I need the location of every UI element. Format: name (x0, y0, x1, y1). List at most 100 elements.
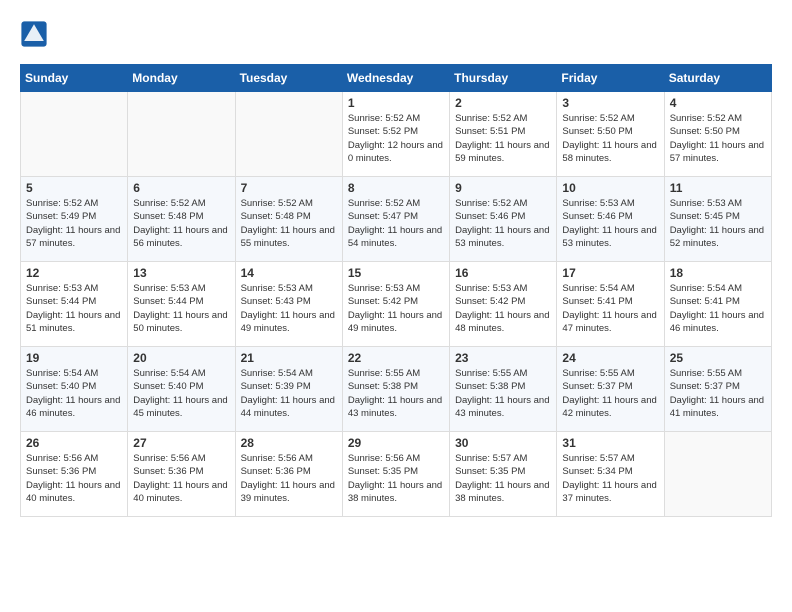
calendar-cell: 22 Sunrise: 5:55 AMSunset: 5:38 PMDayligh… (342, 347, 449, 432)
col-header-thursday: Thursday (450, 65, 557, 92)
day-number: 14 (241, 266, 337, 280)
day-number: 27 (133, 436, 229, 450)
day-number: 4 (670, 96, 766, 110)
day-number: 11 (670, 181, 766, 195)
day-info: Sunrise: 5:56 AMSunset: 5:35 PMDaylight:… (348, 452, 444, 505)
day-info: Sunrise: 5:55 AMSunset: 5:38 PMDaylight:… (348, 367, 444, 420)
day-number: 6 (133, 181, 229, 195)
calendar-cell: 6 Sunrise: 5:52 AMSunset: 5:48 PMDaylight… (128, 177, 235, 262)
week-row-3: 19 Sunrise: 5:54 AMSunset: 5:40 PMDayligh… (21, 347, 772, 432)
day-info: Sunrise: 5:53 AMSunset: 5:46 PMDaylight:… (562, 197, 658, 250)
calendar-cell: 30 Sunrise: 5:57 AMSunset: 5:35 PMDayligh… (450, 432, 557, 517)
calendar-cell: 13Sunrise: 5:53 AMSunset: 5:44 PMDayligh… (128, 262, 235, 347)
calendar-cell: 20Sunrise: 5:54 AMSunset: 5:40 PMDayligh… (128, 347, 235, 432)
calendar-cell (664, 432, 771, 517)
day-info: Sunrise: 5:54 AMSunset: 5:39 PMDaylight:… (241, 367, 337, 420)
week-row-4: 26Sunrise: 5:56 AMSunset: 5:36 PMDayligh… (21, 432, 772, 517)
day-number: 8 (348, 181, 444, 195)
day-number: 31 (562, 436, 658, 450)
day-number: 9 (455, 181, 551, 195)
day-info: Sunrise: 5:55 AMSunset: 5:38 PMDaylight:… (455, 367, 551, 420)
calendar-cell: 12 Sunrise: 5:53 AMSunset: 5:44 PMDayligh… (21, 262, 128, 347)
day-number: 1 (348, 96, 444, 110)
calendar-cell: 23 Sunrise: 5:55 AMSunset: 5:38 PMDayligh… (450, 347, 557, 432)
day-info: Sunrise: 5:54 AMSunset: 5:41 PMDaylight:… (670, 282, 766, 335)
day-info: Sunrise: 5:56 AMSunset: 5:36 PMDaylight:… (241, 452, 337, 505)
day-info: Sunrise: 5:53 AMSunset: 5:45 PMDaylight:… (670, 197, 766, 250)
logo-icon (20, 20, 48, 48)
day-number: 24 (562, 351, 658, 365)
day-info: Sunrise: 5:55 AMSunset: 5:37 PMDaylight:… (562, 367, 658, 420)
calendar-cell (128, 92, 235, 177)
calendar-cell: 29 Sunrise: 5:56 AMSunset: 5:35 PMDayligh… (342, 432, 449, 517)
week-row-0: 1 Sunrise: 5:52 AMSunset: 5:52 PMDaylight… (21, 92, 772, 177)
day-info: Sunrise: 5:52 AMSunset: 5:46 PMDaylight:… (455, 197, 551, 250)
day-number: 20 (133, 351, 229, 365)
calendar-cell: 4 Sunrise: 5:52 AMSunset: 5:50 PMDaylight… (664, 92, 771, 177)
calendar-cell: 1 Sunrise: 5:52 AMSunset: 5:52 PMDaylight… (342, 92, 449, 177)
day-number: 25 (670, 351, 766, 365)
calendar-cell: 15 Sunrise: 5:53 AMSunset: 5:42 PMDayligh… (342, 262, 449, 347)
calendar-cell: 7Sunrise: 5:52 AMSunset: 5:48 PMDaylight… (235, 177, 342, 262)
day-number: 12 (26, 266, 122, 280)
calendar-cell: 14 Sunrise: 5:53 AMSunset: 5:43 PMDayligh… (235, 262, 342, 347)
day-number: 18 (670, 266, 766, 280)
day-number: 15 (348, 266, 444, 280)
day-info: Sunrise: 5:54 AMSunset: 5:40 PMDaylight:… (26, 367, 122, 420)
col-header-friday: Friday (557, 65, 664, 92)
calendar-cell: 31Sunrise: 5:57 AMSunset: 5:34 PMDayligh… (557, 432, 664, 517)
day-info: Sunrise: 5:56 AMSunset: 5:36 PMDaylight:… (26, 452, 122, 505)
calendar-cell: 28 Sunrise: 5:56 AMSunset: 5:36 PMDayligh… (235, 432, 342, 517)
day-info: Sunrise: 5:52 AMSunset: 5:49 PMDaylight:… (26, 197, 122, 250)
day-info: Sunrise: 5:52 AMSunset: 5:50 PMDaylight:… (670, 112, 766, 165)
day-info: Sunrise: 5:52 AMSunset: 5:51 PMDaylight:… (455, 112, 551, 165)
day-number: 10 (562, 181, 658, 195)
calendar-cell: 9 Sunrise: 5:52 AMSunset: 5:46 PMDaylight… (450, 177, 557, 262)
calendar-cell: 24 Sunrise: 5:55 AMSunset: 5:37 PMDayligh… (557, 347, 664, 432)
calendar-cell: 21 Sunrise: 5:54 AMSunset: 5:39 PMDayligh… (235, 347, 342, 432)
day-info: Sunrise: 5:52 AMSunset: 5:52 PMDaylight:… (348, 112, 444, 165)
calendar-cell: 5 Sunrise: 5:52 AMSunset: 5:49 PMDaylight… (21, 177, 128, 262)
calendar-cell: 27 Sunrise: 5:56 AMSunset: 5:36 PMDayligh… (128, 432, 235, 517)
col-header-tuesday: Tuesday (235, 65, 342, 92)
day-info: Sunrise: 5:53 AMSunset: 5:43 PMDaylight:… (241, 282, 337, 335)
calendar-cell (21, 92, 128, 177)
calendar-cell: 11 Sunrise: 5:53 AMSunset: 5:45 PMDayligh… (664, 177, 771, 262)
col-header-wednesday: Wednesday (342, 65, 449, 92)
logo (20, 20, 52, 48)
day-number: 22 (348, 351, 444, 365)
calendar-header-row: SundayMondayTuesdayWednesdayThursdayFrid… (21, 65, 772, 92)
day-number: 19 (26, 351, 122, 365)
day-info: Sunrise: 5:54 AMSunset: 5:41 PMDaylight:… (562, 282, 658, 335)
day-number: 28 (241, 436, 337, 450)
calendar-cell: 17Sunrise: 5:54 AMSunset: 5:41 PMDayligh… (557, 262, 664, 347)
day-number: 13 (133, 266, 229, 280)
day-number: 7 (241, 181, 337, 195)
col-header-sunday: Sunday (21, 65, 128, 92)
day-number: 5 (26, 181, 122, 195)
col-header-saturday: Saturday (664, 65, 771, 92)
day-info: Sunrise: 5:52 AMSunset: 5:47 PMDaylight:… (348, 197, 444, 250)
day-number: 30 (455, 436, 551, 450)
day-number: 23 (455, 351, 551, 365)
day-info: Sunrise: 5:56 AMSunset: 5:36 PMDaylight:… (133, 452, 229, 505)
calendar-cell: 2Sunrise: 5:52 AMSunset: 5:51 PMDaylight… (450, 92, 557, 177)
day-info: Sunrise: 5:55 AMSunset: 5:37 PMDaylight:… (670, 367, 766, 420)
day-number: 16 (455, 266, 551, 280)
day-info: Sunrise: 5:52 AMSunset: 5:48 PMDaylight:… (133, 197, 229, 250)
calendar-cell: 3Sunrise: 5:52 AMSunset: 5:50 PMDaylight… (557, 92, 664, 177)
calendar-cell: 8 Sunrise: 5:52 AMSunset: 5:47 PMDaylight… (342, 177, 449, 262)
calendar-cell: 10 Sunrise: 5:53 AMSunset: 5:46 PMDayligh… (557, 177, 664, 262)
week-row-1: 5 Sunrise: 5:52 AMSunset: 5:49 PMDaylight… (21, 177, 772, 262)
calendar-cell: 25 Sunrise: 5:55 AMSunset: 5:37 PMDayligh… (664, 347, 771, 432)
page-header (20, 20, 772, 48)
day-number: 29 (348, 436, 444, 450)
day-number: 21 (241, 351, 337, 365)
day-info: Sunrise: 5:57 AMSunset: 5:35 PMDaylight:… (455, 452, 551, 505)
day-info: Sunrise: 5:53 AMSunset: 5:42 PMDaylight:… (348, 282, 444, 335)
calendar-cell: 18 Sunrise: 5:54 AMSunset: 5:41 PMDayligh… (664, 262, 771, 347)
day-info: Sunrise: 5:53 AMSunset: 5:44 PMDaylight:… (26, 282, 122, 335)
day-info: Sunrise: 5:53 AMSunset: 5:42 PMDaylight:… (455, 282, 551, 335)
calendar-cell: 26Sunrise: 5:56 AMSunset: 5:36 PMDayligh… (21, 432, 128, 517)
calendar-cell: 19 Sunrise: 5:54 AMSunset: 5:40 PMDayligh… (21, 347, 128, 432)
